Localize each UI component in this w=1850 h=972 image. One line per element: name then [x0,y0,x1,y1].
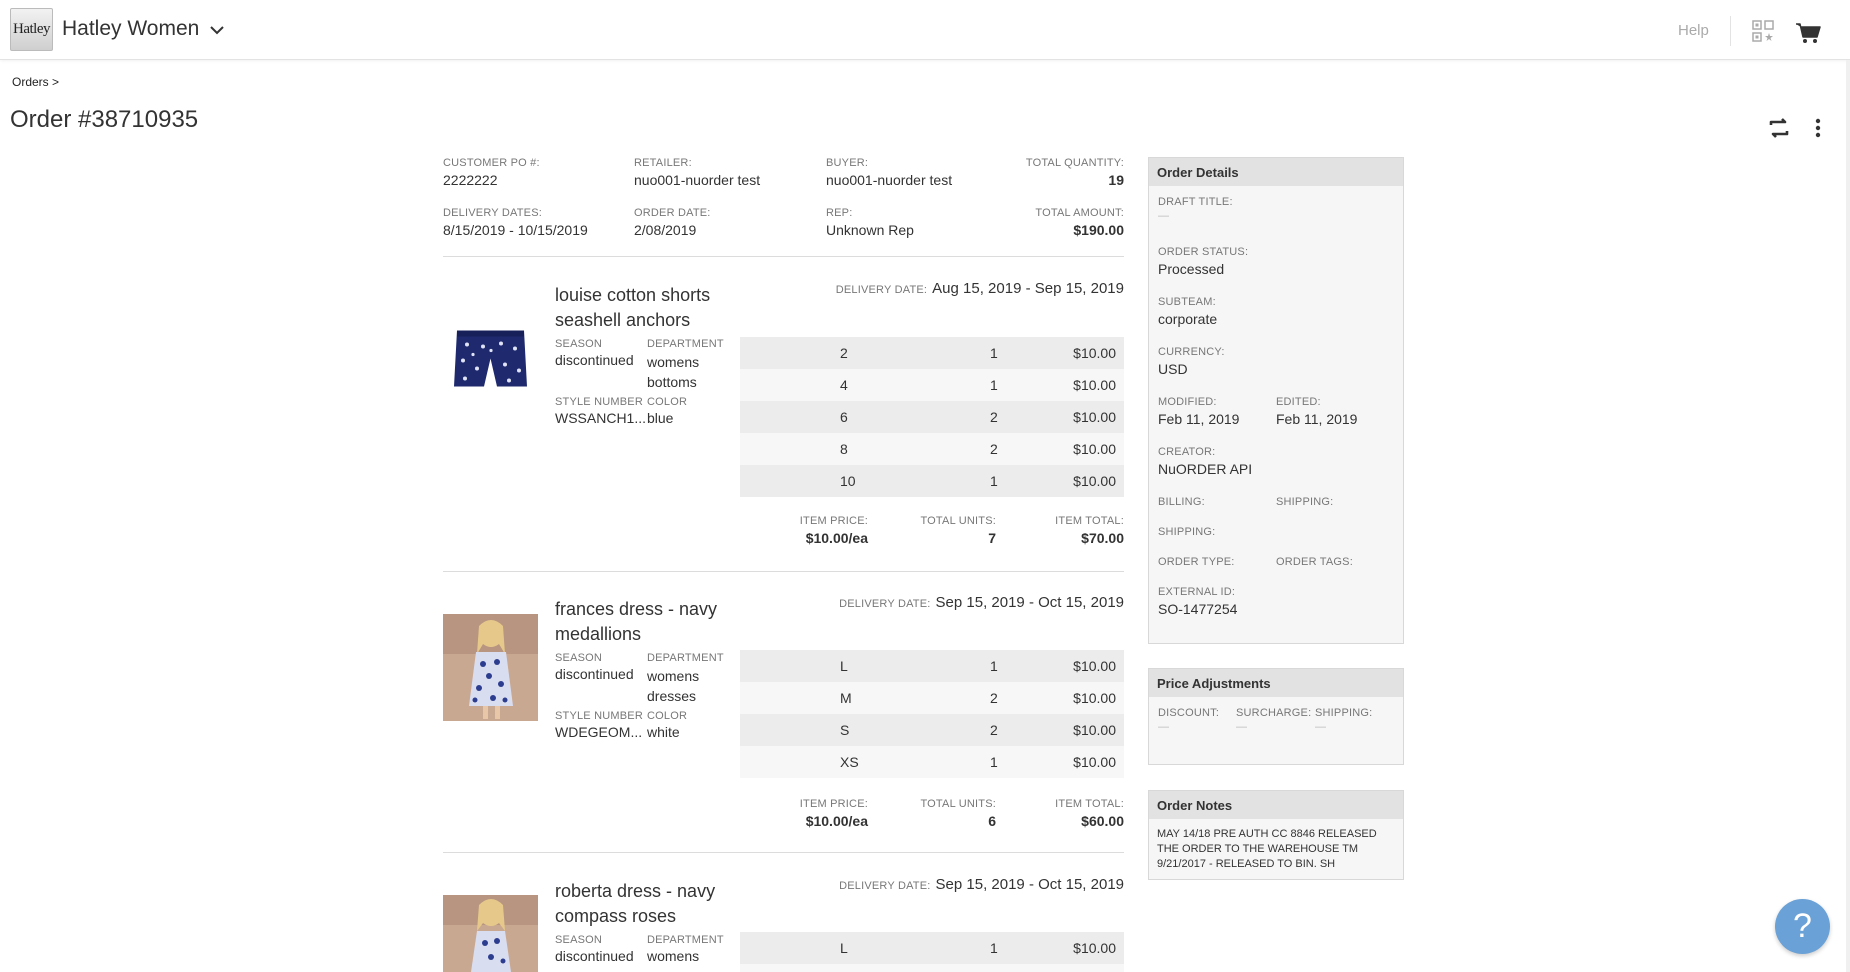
hatley-logo[interactable]: Hatley [10,8,53,51]
creator: CREATOR: NuORDER API [1158,446,1253,477]
total-quantity: TOTAL QUANTITY: 19 [1025,157,1124,188]
item-price: ITEM PRICE: $10.00/ea [799,798,868,829]
buyer: BUYER: nuo001-nuorder test [826,157,953,188]
refresh-icon[interactable] [1767,116,1791,140]
size-row: 8 2 $10.00 [740,433,1124,465]
item-totals: ITEM PRICE: $10.00/ea TOTAL UNITS: 7 ITEM … [740,515,1124,555]
modified: MODIFIED: Feb 11, 2019 [1158,396,1240,427]
size-row: 2 1 $10.00 [740,337,1124,369]
order-status: ORDER STATUS: Processed [1158,246,1249,277]
order-notes-text: MAY 14/18 PRE AUTH CC 8846 RELEASED THE … [1157,828,1377,870]
delivery-dates: DELIVERY DATES: 8/15/2019 - 10/15/2019 [443,207,588,238]
order-details-panel: Order Details DRAFT TITLE: — ORDER STATUS… [1148,157,1404,644]
linesheet-icon[interactable] [1752,20,1774,42]
currency: CURRENCY: USD [1158,346,1225,377]
size-row: 6 2 $10.00 [740,401,1124,433]
chevron-down-icon[interactable] [208,21,226,39]
item-delivery-date: DELIVERY DATE: Sep 15, 2019 - Oct 15, 201… [839,594,1124,611]
order-notes-panel: Order Notes MAY 14/18 PRE AUTH CC 8846 R… [1148,790,1404,880]
top-navbar: Hatley Hatley Women Help [0,0,1850,60]
total-units: TOTAL UNITS: 6 [920,798,996,829]
product-image[interactable] [443,306,538,413]
item-style-number: STYLE NUMBER WSSANCH1... [555,396,647,426]
total-amount: TOTAL AMOUNT: $190.00 [1035,207,1124,238]
item-name[interactable]: roberta dress - navy compass roses [555,879,745,929]
total-units: TOTAL UNITS: 7 [920,515,996,546]
item-department: DEPARTMENT womens bottoms [647,338,724,390]
item-delivery-date: DELIVERY DATE: Aug 15, 2019 - Sep 15, 201… [835,280,1124,297]
size-row-partial [740,964,1124,972]
line-item: roberta dress - navy compass roses SEASO… [443,876,1124,972]
item-total: ITEM TOTAL: $70.00 [1055,515,1124,546]
cart-icon[interactable] [1795,22,1821,44]
item-color: COLOR blue [647,396,688,426]
item-total: ITEM TOTAL: $60.00 [1055,798,1124,829]
product-image[interactable] [443,895,538,972]
product-image[interactable] [443,614,538,721]
panel-title: Order Details [1149,158,1403,186]
external-id: EXTERNAL ID: SO-1477254 [1158,586,1238,617]
item-season: SEASON discontinued [555,652,634,682]
retailer: RETAILER: nuo001-nuorder test [634,157,761,188]
line-item: louise cotton shorts seashell anchors SE… [443,280,1124,572]
help-chat-button[interactable]: ? [1775,899,1830,954]
size-breakdown-table: L 1 $10.00 M 2 $10.00 S 2 $10.00 XS 1 $10.00 [740,650,1124,778]
panel-title: Price Adjustments [1149,669,1403,697]
breadcrumb[interactable]: Orders > [12,75,59,89]
order-type: ORDER TYPE: [1158,556,1235,568]
brand-selector[interactable]: Hatley Women [62,17,199,41]
size-row: L 1 $10.00 [740,650,1124,682]
rep: REP: Unknown Rep [826,207,914,238]
item-style-number: STYLE NUMBER WDEGEOM... [555,710,643,740]
size-row: M 2 $10.00 [740,682,1124,714]
discount: DISCOUNT: — [1158,707,1220,733]
panel-title: Order Notes [1149,791,1403,819]
item-department: DEPARTMENT womens dresses [647,652,724,704]
item-color: COLOR white [647,710,688,740]
item-name[interactable]: louise cotton shorts seashell anchors [555,283,745,333]
size-row: 10 1 $10.00 [740,465,1124,497]
price-adjustments-panel: Price Adjustments DISCOUNT: — SURCHARGE: —… [1148,668,1404,765]
help-link[interactable]: Help [1678,22,1709,39]
surcharge: SURCHARGE: — [1236,707,1312,733]
adjustment-shipping: SHIPPING: — [1315,707,1373,733]
more-options-icon[interactable] [1808,116,1828,140]
size-row: XS 1 $10.00 [740,746,1124,778]
page-title: Order #38710935 [10,106,199,133]
item-department: DEPARTMENT womens [647,934,724,964]
size-breakdown-table: 2 1 $10.00 4 1 $10.00 6 2 $10.00 8 2 $10.00 10 1 $… [740,337,1124,497]
item-name[interactable]: frances dress - navy medallions [555,597,745,647]
subteam: SUBTEAM: corporate [1158,296,1218,327]
order-date: ORDER DATE: 2/08/2019 [634,207,711,238]
item-season: SEASON discontinued [555,338,634,368]
header-divider [1730,16,1731,46]
order-tags: ORDER TAGS: [1276,556,1353,568]
line-item: frances dress - navy medallions SEASON di… [443,594,1124,853]
draft-title: DRAFT TITLE: — [1158,196,1233,222]
billing: BILLING: [1158,496,1205,508]
size-row: L 1 $10.00 [740,932,1124,964]
size-row: S 2 $10.00 [740,714,1124,746]
edited: EDITED: Feb 11, 2019 [1276,396,1358,427]
item-season: SEASON discontinued [555,934,634,964]
item-price: ITEM PRICE: $10.00/ea [799,515,868,546]
customer-po: CUSTOMER PO #: 2222222 [443,157,540,188]
shipping: SHIPPING: [1276,496,1334,508]
item-totals: ITEM PRICE: $10.00/ea TOTAL UNITS: 6 ITEM … [740,798,1124,838]
size-breakdown-table: L 1 $10.00 [740,932,1124,972]
item-delivery-date: DELIVERY DATE: Sep 15, 2019 - Oct 15, 201… [839,876,1124,893]
size-row: 4 1 $10.00 [740,369,1124,401]
scrollbar-track[interactable] [1846,60,1850,972]
shipping-secondary: SHIPPING: [1158,526,1216,538]
order-summary: CUSTOMER PO #: 2222222 RETAILER: nuo001-… [443,157,1124,257]
